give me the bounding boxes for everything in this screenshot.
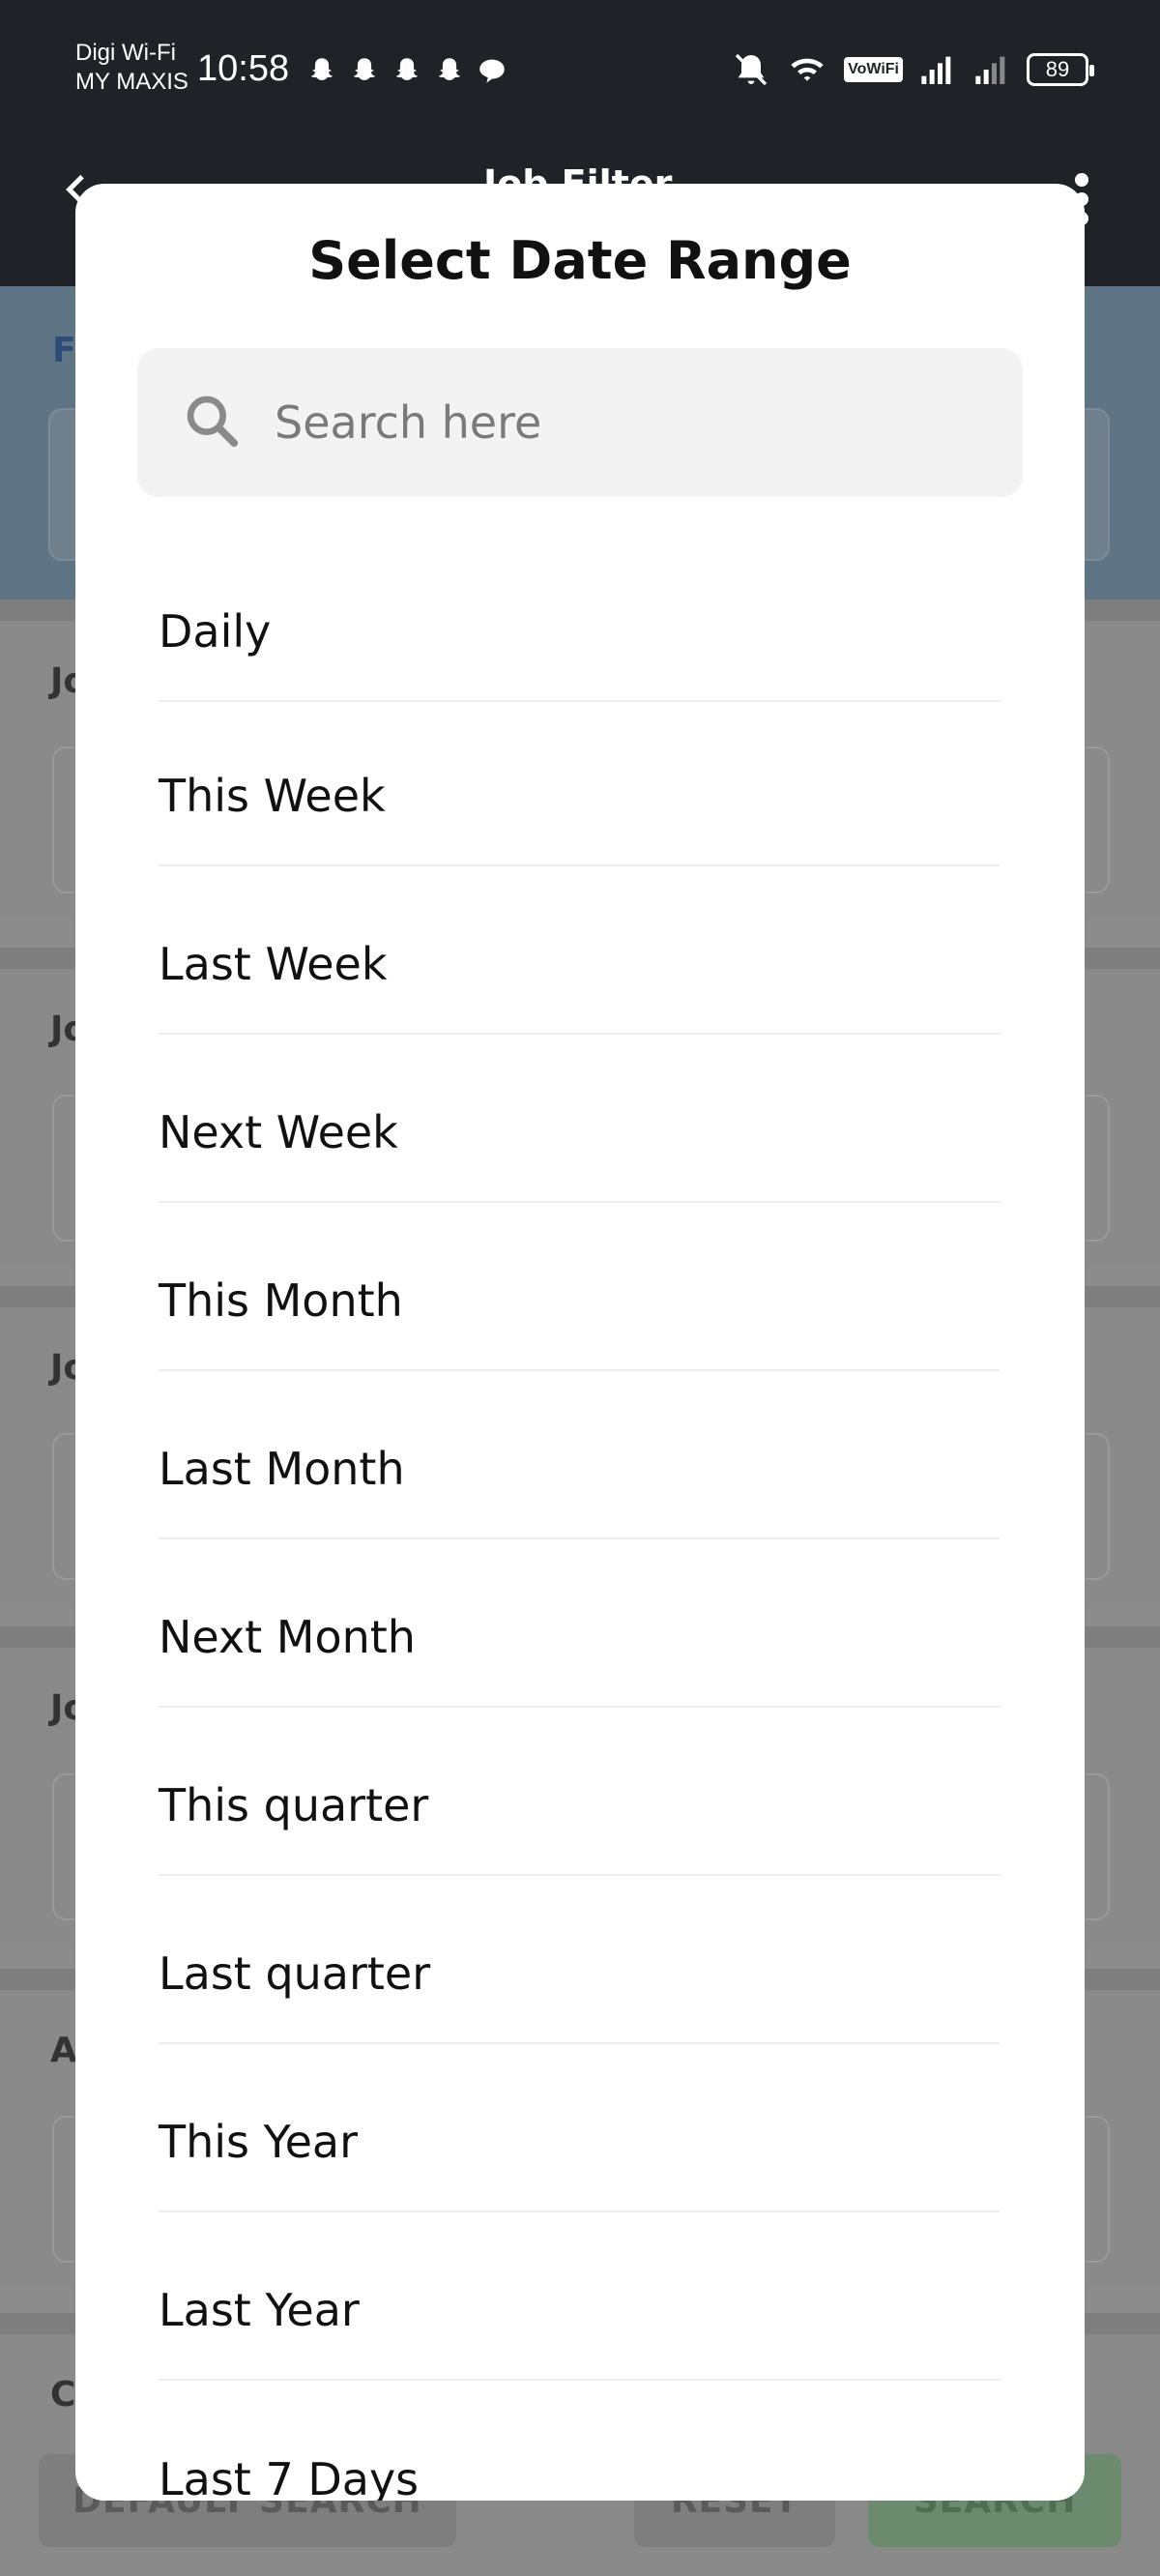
dialog-title: Select Date Range [308, 230, 852, 291]
date-range-dialog: Select Date Range Daily This Week Last W… [75, 184, 1085, 2501]
option-next-month[interactable]: Next Month [159, 1568, 1000, 1708]
system-status-icons: VoWiFi 89 [732, 50, 1094, 89]
option-label: Last Week [159, 938, 388, 990]
option-label: Next Week [159, 1106, 398, 1158]
battery-icon: 89 [1027, 53, 1094, 86]
chat-bubble-icon [479, 59, 505, 83]
option-label: This Week [159, 770, 386, 822]
carrier-label: Digi Wi-Fi MY MAXIS [75, 39, 188, 97]
snapchat-icon [353, 58, 376, 80]
search-icon [187, 395, 239, 448]
wifi-icon [791, 58, 824, 81]
section-label: A [50, 2031, 77, 2070]
section-label: C [50, 2375, 76, 2415]
signal-icon-2 [975, 56, 1005, 84]
option-last-7-days[interactable]: Last 7 Days [159, 2410, 1000, 2501]
option-last-year[interactable]: Last Year [159, 2241, 1000, 2381]
option-label: This Month [159, 1274, 403, 1327]
option-daily[interactable]: Daily [159, 563, 1000, 702]
search-input[interactable] [275, 348, 990, 497]
option-last-quarter[interactable]: Last quarter [159, 1905, 1000, 2044]
notification-icons [305, 54, 508, 87]
option-next-week[interactable]: Next Week [159, 1064, 1000, 1203]
option-this-year[interactable]: This Year [159, 2073, 1000, 2212]
option-last-week[interactable]: Last Week [159, 895, 1000, 1035]
signal-icon [921, 56, 951, 84]
clock: 10:58 [197, 48, 290, 89]
status-bar: Digi Wi-Fi MY MAXIS 10:58 VoWiFi 89 [0, 0, 1160, 143]
option-label: Last Year [159, 2284, 360, 2336]
snapchat-icon [438, 58, 461, 80]
battery-level: 89 [1045, 57, 1070, 81]
snapchat-icon [310, 58, 334, 80]
option-this-month[interactable]: This Month [159, 1232, 1000, 1371]
bell-muted-icon [735, 53, 768, 86]
option-label: Last quarter [159, 1947, 431, 2000]
vowifi-badge: VoWiFi [844, 57, 903, 82]
option-label: Last 7 Days [159, 2453, 420, 2501]
option-this-week[interactable]: This Week [159, 727, 1000, 866]
option-label: This Year [159, 2116, 359, 2168]
carrier-line-1: Digi Wi-Fi [75, 40, 176, 66]
option-last-month[interactable]: Last Month [159, 1400, 1000, 1539]
option-label: Last Month [159, 1443, 405, 1495]
option-label: This quarter [159, 1779, 429, 1831]
option-label: Next Month [159, 1611, 416, 1663]
option-this-quarter[interactable]: This quarter [159, 1737, 1000, 1876]
option-label: Daily [159, 605, 272, 658]
snapchat-icon [395, 58, 419, 80]
carrier-line-2: MY MAXIS [75, 69, 188, 95]
search-bar[interactable] [137, 348, 1023, 497]
